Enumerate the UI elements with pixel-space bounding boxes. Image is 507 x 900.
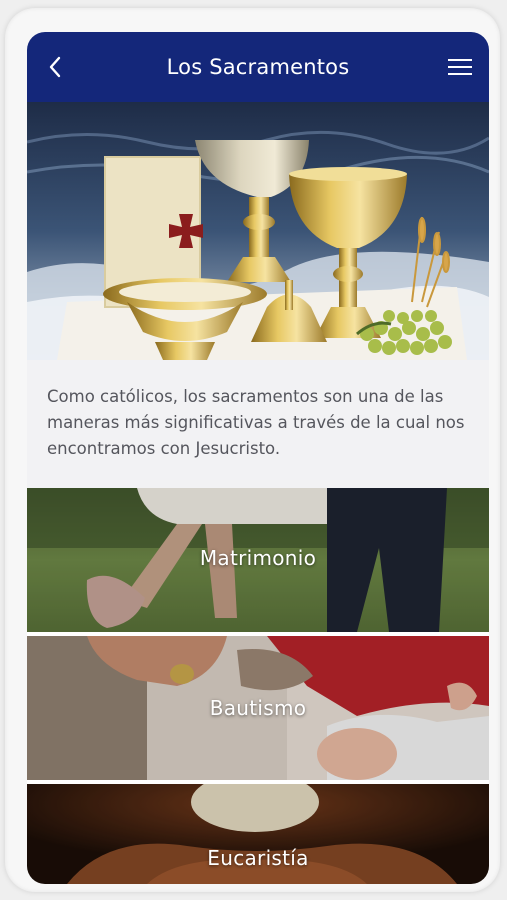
intro-section: Como católicos, los sacramentos son una … (27, 360, 489, 488)
sacrament-card-bautismo[interactable]: Bautismo (27, 636, 489, 780)
hamburger-menu-icon (448, 59, 472, 75)
page-title: Los Sacramentos (166, 55, 350, 79)
app-screen: Los Sacramentos Como católicos, los sacr… (27, 32, 489, 884)
phone-frame: Los Sacramentos Como católicos, los sacr… (5, 8, 500, 892)
sacrament-label-bautismo: Bautismo (209, 696, 307, 720)
chalice-illustration (27, 102, 489, 360)
sacrament-label-eucaristia: Eucaristía (207, 846, 309, 870)
hero-image (27, 102, 489, 360)
sacrament-card-matrimonio[interactable]: Matrimonio (27, 488, 489, 632)
chevron-left-icon (49, 56, 61, 78)
intro-text: Como católicos, los sacramentos son una … (47, 387, 465, 458)
menu-button[interactable] (443, 52, 477, 82)
back-button[interactable] (39, 50, 73, 84)
sacrament-label-matrimonio: Matrimonio (199, 546, 317, 570)
app-header: Los Sacramentos (27, 32, 489, 102)
sacrament-card-eucaristia[interactable]: Eucaristía (27, 784, 489, 884)
